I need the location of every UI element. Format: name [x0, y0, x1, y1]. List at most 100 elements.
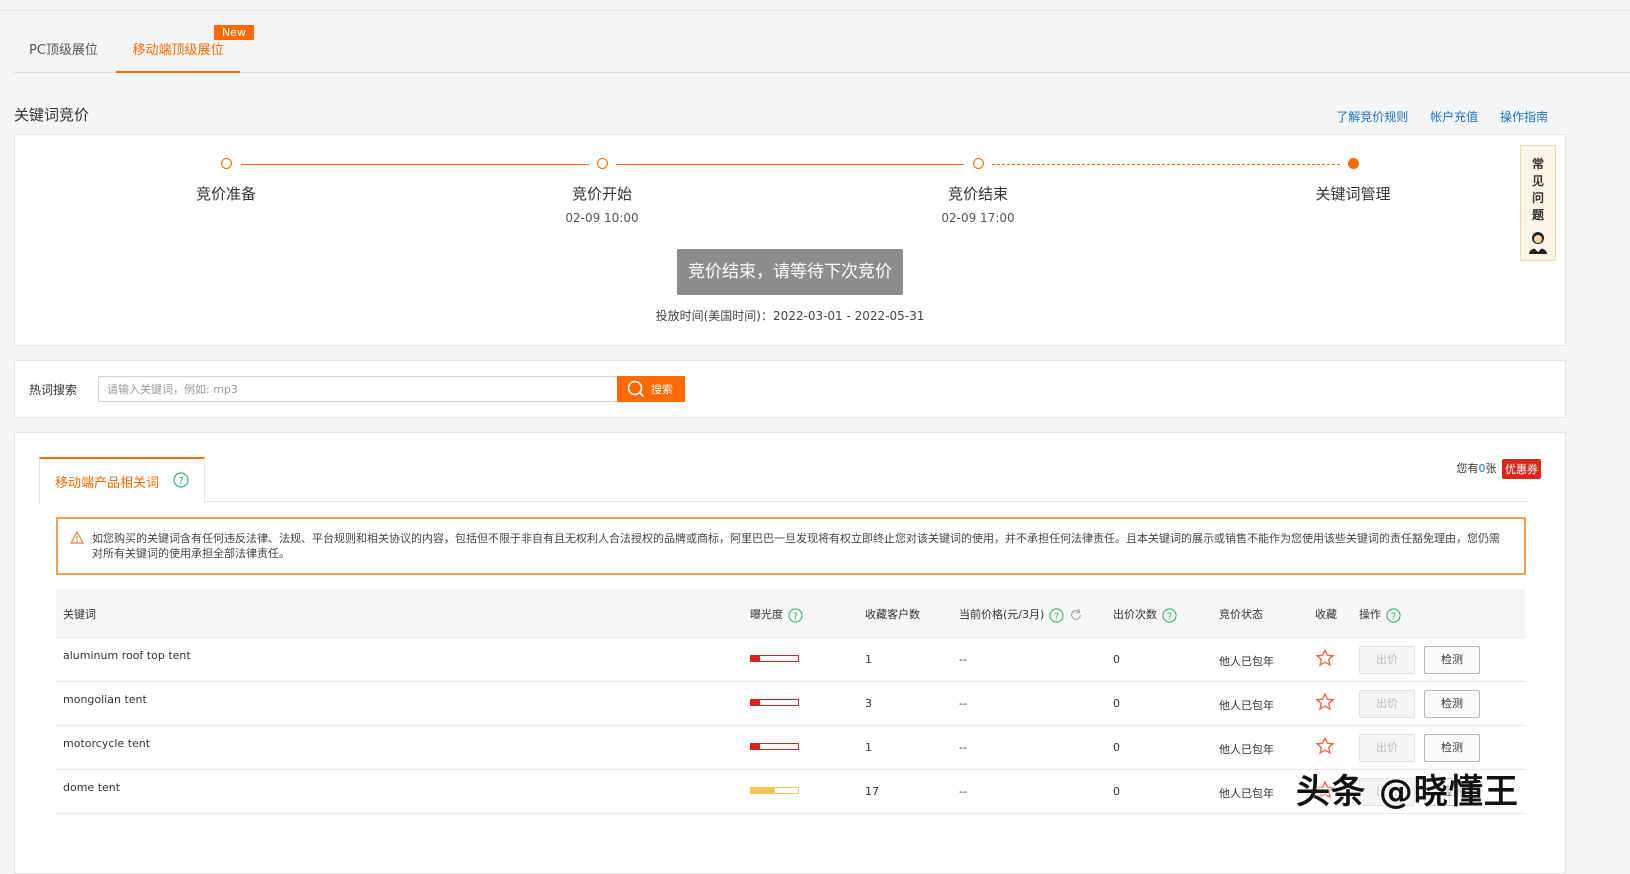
step-dot-current — [1348, 158, 1359, 169]
keyword-cell: mongolian tent — [63, 693, 147, 706]
star-icon[interactable] — [1315, 648, 1335, 668]
help-icon[interactable]: ? — [1162, 607, 1177, 623]
help-icon[interactable]: ? — [1386, 607, 1401, 623]
step-time: 02-09 10:00 — [565, 211, 639, 225]
col-action: 操作? — [1359, 606, 1401, 623]
search-label: 热词搜索 — [29, 383, 78, 397]
svg-text:?: ? — [178, 476, 183, 487]
bid-button[interactable]: 出价 — [1359, 646, 1415, 674]
step-dot — [973, 158, 984, 169]
table-row: mongolian tent 3 -- 0 他人已包年 出价 检测 — [56, 682, 1526, 726]
favorites-cell: 3 — [865, 697, 872, 710]
keyword-cell: aluminum roof top tent — [63, 649, 191, 662]
step-label: 关键词管理 — [1315, 185, 1391, 203]
status-cell: 他人已包年 — [1219, 655, 1274, 668]
step-label: 竞价准备 — [195, 185, 256, 203]
coupon-count: 0 — [1478, 462, 1486, 475]
check-button[interactable]: 检测 — [1424, 690, 1480, 718]
warning-text: 如您购买的关键词含有任何违反法律、法规、平台规则和相关协议的内容，包括但不限于非… — [92, 532, 1500, 560]
faq-label: 常 见 问 题 — [1531, 157, 1544, 222]
price-cell: -- — [959, 785, 967, 798]
help-icon[interactable]: ? — [788, 607, 803, 623]
step-connector — [616, 164, 964, 165]
star-icon[interactable] — [1315, 692, 1335, 712]
refresh-icon[interactable] — [1069, 608, 1083, 622]
exposure-bar — [750, 743, 799, 750]
price-cell: -- — [959, 741, 967, 754]
help-links: 了解竞价规则 帐户充值 操作指南 — [1318, 108, 1548, 125]
page-title: 关键词竞价 — [14, 106, 90, 124]
table-row: aluminum roof top tent 1 -- 0 他人已包年 出价 检测 — [56, 638, 1526, 682]
price-cell: -- — [959, 653, 967, 666]
status-cell: 他人已包年 — [1219, 743, 1274, 756]
keyword-cell: motorcycle tent — [63, 737, 151, 750]
exposure-bar — [750, 655, 799, 662]
exposure-bar — [750, 787, 799, 794]
coupon-badge[interactable]: 优惠券 — [1502, 459, 1541, 479]
col-favorites: 收藏客户数 — [865, 608, 920, 621]
exposure-fill — [751, 656, 761, 661]
exposure-fill — [751, 744, 761, 749]
link-account-recharge[interactable]: 帐户充值 — [1430, 110, 1478, 124]
col-collect: 收藏 — [1315, 608, 1337, 621]
link-guide[interactable]: 操作指南 — [1500, 110, 1548, 124]
step-label: 竞价结束 — [947, 185, 1008, 203]
step-time: 02-09 17:00 — [941, 211, 1015, 225]
tab-pc-top-placement[interactable]: PC顶级展位 — [29, 30, 98, 72]
search-button-label: 搜索 — [651, 383, 673, 396]
help-icon[interactable]: ? — [173, 472, 189, 488]
svg-text:?: ? — [793, 611, 798, 622]
col-keyword: 关键词 — [63, 608, 96, 621]
bids-cell: 0 — [1113, 785, 1120, 798]
step-label: 竞价开始 — [571, 185, 632, 203]
check-button[interactable]: 检测 — [1424, 646, 1480, 674]
star-icon[interactable] — [1315, 736, 1335, 756]
check-button[interactable]: 检测 — [1424, 734, 1480, 762]
search-input[interactable] — [98, 376, 624, 402]
link-bid-rules[interactable]: 了解竞价规则 — [1336, 110, 1408, 124]
bid-button[interactable]: 出价 — [1359, 690, 1415, 718]
svg-text:?: ? — [1054, 611, 1059, 622]
hot-keyword-search-panel: 热词搜索 搜索 — [14, 360, 1566, 418]
search-button[interactable]: 搜索 — [617, 376, 685, 402]
col-price: 当前价格(元/3月)? — [959, 606, 1083, 623]
exposure-fill — [751, 788, 775, 793]
exposure-bar — [750, 699, 799, 706]
placement-tabs: PC顶级展位 移动端顶级展位 New — [14, 25, 1630, 73]
status-cell: 他人已包年 — [1219, 787, 1274, 800]
price-cell: -- — [959, 697, 967, 710]
favorites-cell: 1 — [865, 653, 872, 666]
favorites-cell: 17 — [865, 785, 879, 798]
exposure-fill — [751, 700, 761, 705]
bid-ended-button[interactable]: 竞价结束，请等待下次竞价 — [677, 249, 903, 295]
coupon-info: 您有0张 优惠券 — [1457, 459, 1541, 479]
step-dot — [221, 158, 232, 169]
keyword-cell: dome tent — [63, 781, 121, 794]
legal-warning: 如您购买的关键词含有任何违反法律、法规、平台规则和相关协议的内容，包括但不限于非… — [56, 517, 1526, 575]
status-cell: 他人已包年 — [1219, 699, 1274, 712]
new-badge: New — [214, 25, 254, 40]
top-divider — [0, 10, 1630, 11]
watermark: 头条 @晓懂王 — [1296, 772, 1519, 812]
delivery-period: 投放时间(美国时间)：2022-03-01 - 2022-05-31 — [655, 309, 925, 323]
col-bids: 出价次数? — [1113, 606, 1177, 623]
search-icon — [627, 380, 645, 398]
step-dot — [597, 158, 608, 169]
svg-text:?: ? — [1167, 611, 1172, 622]
bid-button[interactable]: 出价 — [1359, 734, 1415, 762]
keyword-tabbar: 移动端产品相关词 ? — [39, 457, 1529, 504]
svg-text:?: ? — [1391, 611, 1396, 622]
table-header: 关键词 曝光度? 收藏客户数 当前价格(元/3月)? 出价次数? 竞价状态 收藏… — [56, 589, 1526, 638]
tab-label: 移动端产品相关词 — [55, 476, 160, 491]
faq-sidebar-button[interactable]: 常 见 问 题 — [1520, 145, 1556, 261]
tab-mobile-related-keywords[interactable]: 移动端产品相关词 ? — [39, 457, 205, 504]
bid-progress-panel: 竞价准备 竞价开始 竞价结束 关键词管理 02-09 10:00 02-09 1… — [14, 134, 1566, 346]
help-icon[interactable]: ? — [1049, 607, 1064, 623]
step-connector — [992, 164, 1340, 165]
support-agent-icon — [1529, 232, 1547, 254]
favorites-cell: 1 — [865, 741, 872, 754]
col-exposure: 曝光度? — [750, 606, 803, 623]
bids-cell: 0 — [1113, 653, 1120, 666]
col-status: 竞价状态 — [1219, 608, 1263, 621]
bids-cell: 0 — [1113, 741, 1120, 754]
